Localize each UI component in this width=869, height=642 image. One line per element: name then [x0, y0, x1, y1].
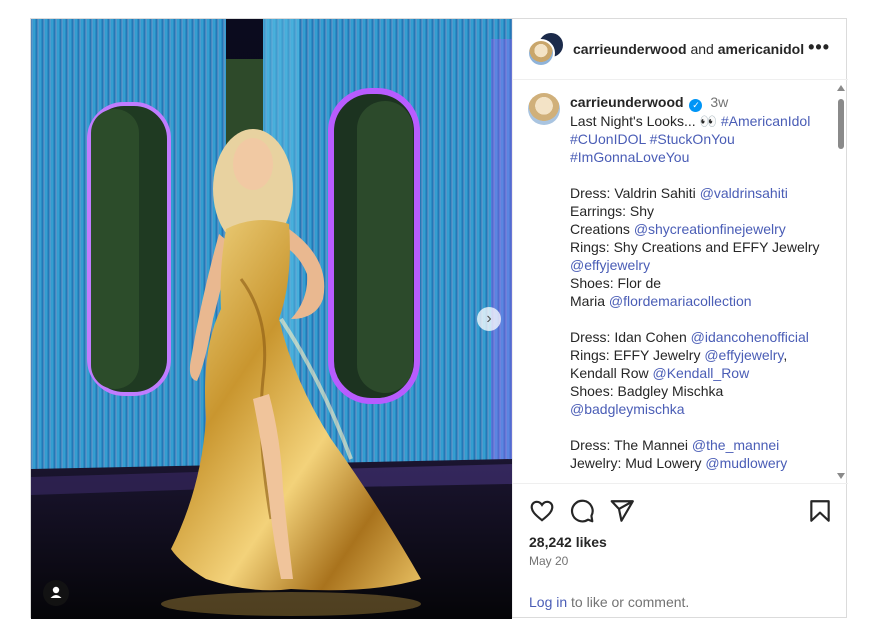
authors-joiner: and — [690, 41, 714, 57]
hashtag-link[interactable]: #CUonIDOL #StuckOnYou — [570, 130, 840, 148]
look1-rings: Rings: Shy Creations and EFFY Jewelry — [570, 239, 820, 255]
post-card: › carrieunderwood and americanidol ••• c… — [30, 18, 848, 619]
look1-shoes-2: Maria — [570, 293, 606, 309]
caption-scrollbar[interactable] — [836, 85, 846, 479]
scroll-thumb[interactable] — [838, 99, 844, 149]
post-header: carrieunderwood and americanidol ••• — [513, 19, 848, 80]
post-date[interactable]: May 20 — [529, 554, 568, 568]
look2-shoes: Shoes: Badgley Mischka — [570, 383, 724, 399]
look2-rings-sep: , — [783, 347, 788, 363]
login-link[interactable]: Log in — [529, 594, 567, 610]
look1-shoes: Shoes: Flor de — [570, 275, 662, 291]
post-image[interactable]: › — [31, 19, 512, 619]
bookmark-icon[interactable] — [807, 498, 833, 524]
look1-earrings-2: Creations — [570, 221, 630, 237]
login-text: to like or comment. — [571, 594, 690, 610]
mention-link[interactable]: @flordemariacollection — [609, 293, 752, 309]
look2-rings-2: Kendall Row — [570, 365, 649, 381]
look2-dress: Dress: Idan Cohen — [570, 329, 687, 345]
mention-link[interactable]: @shycreationfinejewelry — [634, 221, 786, 237]
likes-count[interactable]: 28,242 likes — [529, 534, 607, 550]
mention-link[interactable]: @badgleymischka — [570, 400, 840, 418]
post-actions: 28,242 likes May 20 Log in to like or co… — [513, 483, 848, 620]
look3-jewelry: Jewelry: Mud Lowery — [570, 455, 702, 471]
caption-time[interactable]: 3w — [710, 94, 728, 110]
share-icon[interactable] — [609, 498, 635, 524]
mention-link[interactable]: @idancohenofficial — [691, 329, 809, 345]
caption-body: carrieunderwood ✓ 3w Last Night's Looks.… — [570, 93, 840, 472]
verified-badge-icon: ✓ — [689, 99, 703, 112]
login-prompt: Log in to like or comment. — [529, 594, 689, 610]
heart-icon[interactable] — [529, 498, 555, 524]
scroll-down-icon[interactable] — [837, 473, 845, 479]
scroll-up-icon[interactable] — [837, 85, 845, 91]
author-avatar[interactable] — [527, 39, 555, 67]
author-username[interactable]: carrieunderwood — [573, 41, 687, 57]
more-horizontal-icon[interactable]: ••• — [808, 37, 830, 58]
hashtag-link[interactable]: #ImGonnaLoveYou — [570, 148, 840, 166]
chevron-right-icon[interactable]: › — [477, 307, 501, 331]
user-tag-icon[interactable] — [43, 580, 69, 606]
mention-link[interactable]: @mudlowery — [705, 455, 787, 471]
hashtag-link[interactable]: #AmericanIdol — [721, 113, 811, 129]
post-side-panel: carrieunderwood and americanidol ••• car… — [512, 19, 848, 617]
caption-area: carrieunderwood ✓ 3w Last Night's Looks.… — [513, 81, 848, 481]
mention-link[interactable]: @effyjewelry — [704, 347, 783, 363]
look3-dress: Dress: The Mannei — [570, 437, 689, 453]
mention-link[interactable]: @valdrinsahiti — [700, 185, 788, 201]
mention-link[interactable]: @the_mannei — [692, 437, 779, 453]
look2-rings: Rings: EFFY Jewelry — [570, 347, 701, 363]
mention-link[interactable]: @effyjewelry — [570, 256, 840, 274]
mention-link[interactable]: @Kendall_Row — [653, 365, 750, 381]
caption-line1: Last Night's Looks... 👀 — [570, 113, 717, 129]
look1-earrings: Earrings: Shy — [570, 203, 655, 219]
post-authors: carrieunderwood and americanidol — [573, 41, 804, 57]
avatar-stack[interactable] — [527, 31, 567, 67]
look1-dress: Dress: Valdrin Sahiti — [570, 185, 696, 201]
comment-icon[interactable] — [569, 498, 595, 524]
caption-avatar[interactable] — [528, 93, 560, 125]
collaborator-username[interactable]: americanidol — [718, 41, 804, 57]
photo-illustration — [31, 19, 512, 619]
caption-username[interactable]: carrieunderwood — [570, 94, 684, 110]
